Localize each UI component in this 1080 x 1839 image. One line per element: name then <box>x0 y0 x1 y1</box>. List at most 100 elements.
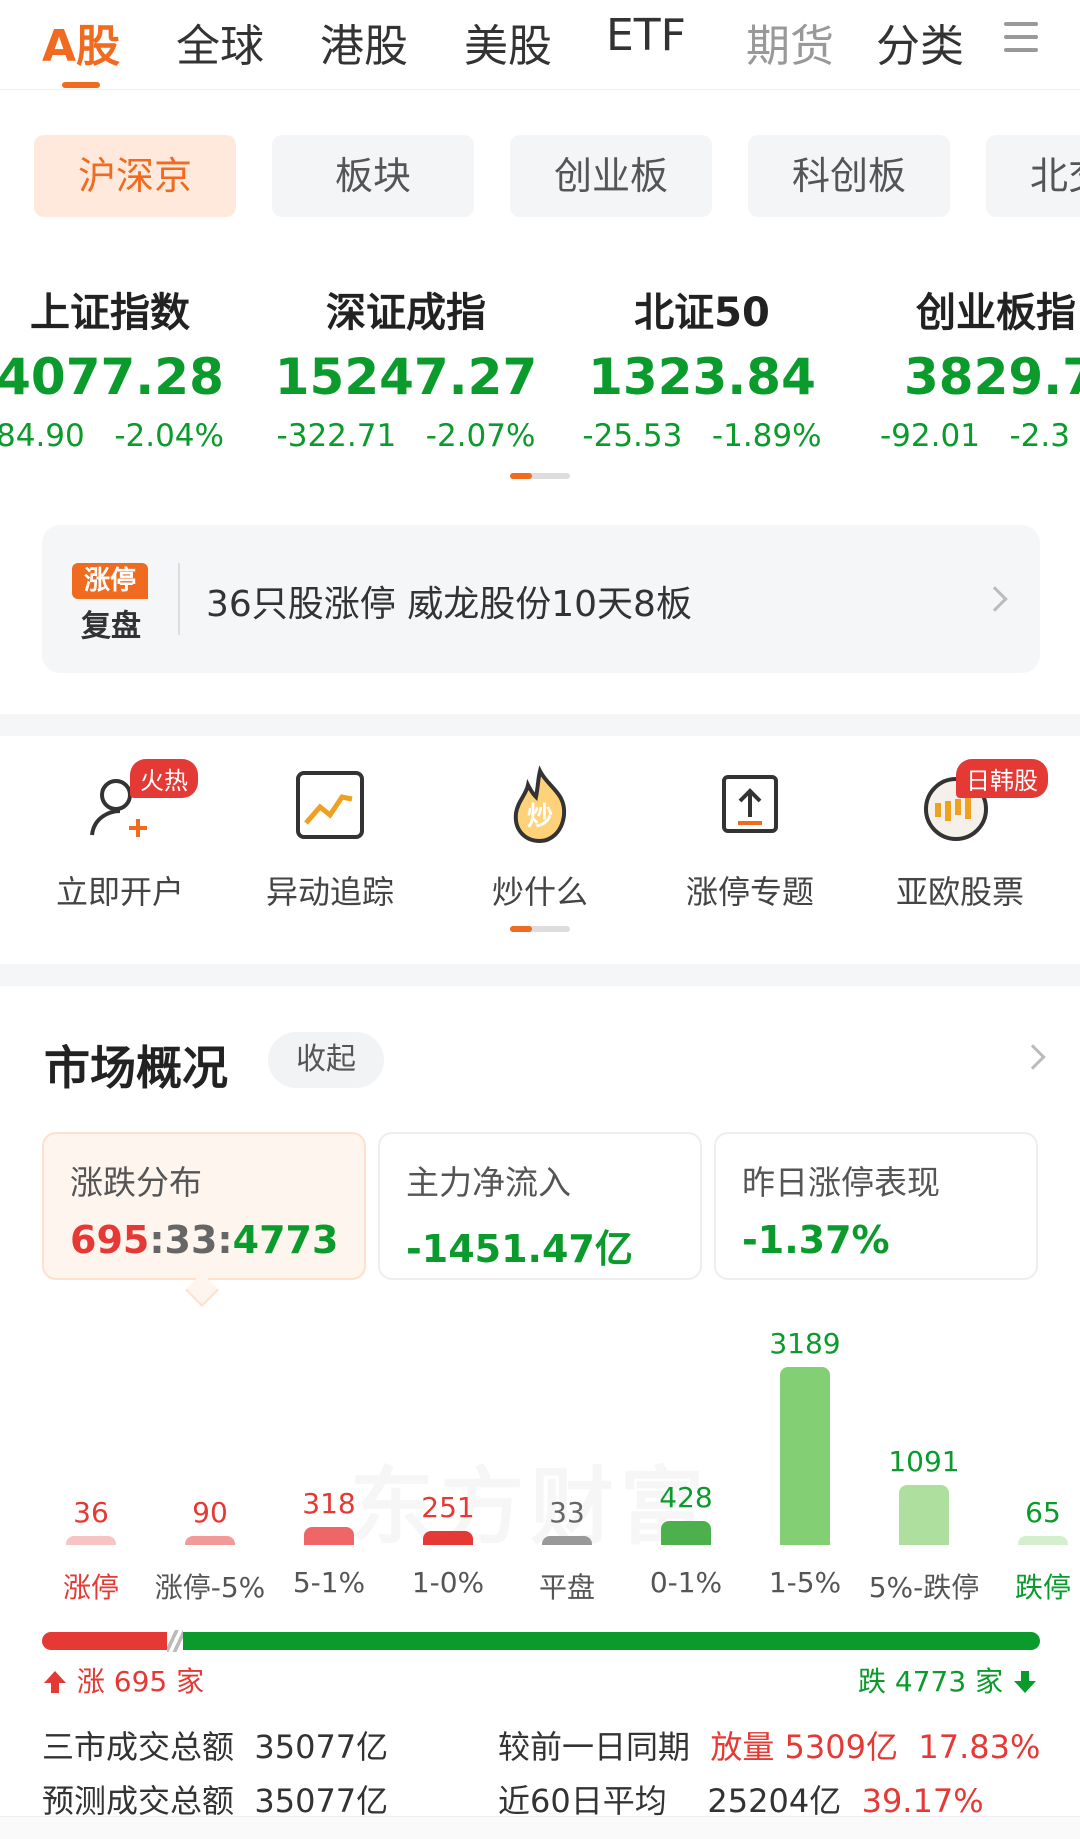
hot-badge: 火热 <box>130 759 198 798</box>
quick-label: 立即开户 <box>55 873 184 911</box>
chart-category-label: 跌停 <box>1014 1571 1071 1604</box>
quick-label: 亚欧股票 <box>895 873 1024 911</box>
chart-bar <box>304 1527 354 1545</box>
chevron-right-icon <box>982 586 1008 612</box>
limit-up-review-logo: 涨停 复盘 <box>72 563 150 644</box>
tab-a-shares[interactable]: A股 <box>42 10 120 74</box>
subtab-star[interactable]: 科创板 <box>748 135 950 217</box>
index-name: 北证50 <box>634 290 770 336</box>
tab-us[interactable]: 美股 <box>464 10 552 74</box>
index-change: 84.90 -2.04% <box>0 418 224 454</box>
quick-asia-europe-stocks[interactable]: 日韩股 亚欧股票 <box>870 759 1050 913</box>
chart-category-label: 涨停-5% <box>154 1571 266 1604</box>
card-value: -1451.47亿 <box>406 1227 633 1271</box>
bottom-navigation[interactable] <box>0 1816 1080 1839</box>
turnover-compare: 较前一日同期 放量 5309亿 17.83% <box>498 1728 1041 1766</box>
fall-segment <box>183 1632 1040 1650</box>
section-divider <box>0 964 1080 986</box>
quick-limit-up-topic[interactable]: 涨停专题 <box>660 765 840 913</box>
index-value: 1323.84 <box>588 348 816 406</box>
chart-category-label: 平盘 <box>538 1571 595 1604</box>
quick-label: 异动追踪 <box>265 873 394 911</box>
chart-value-label: 90 <box>192 1496 228 1529</box>
tab-hk[interactable]: 港股 <box>320 10 408 74</box>
index-change: -92.01 -2.3 <box>880 418 1070 454</box>
chart-category-label: 5%-跌停 <box>868 1571 980 1604</box>
card-rise-fall-distribution[interactable]: 涨跌分布 695:33:4773 <box>42 1132 366 1280</box>
chart-value-label: 65 <box>1025 1496 1061 1529</box>
rise-fall-ratio-bar <box>42 1630 1040 1652</box>
market-overview-title: 市场概况 <box>44 1041 228 1095</box>
rise-segment <box>42 1632 167 1650</box>
index-name: 创业板指 <box>916 290 1076 336</box>
market-top-tabs: A股 全球 港股 美股 ETF 期货 分类 <box>0 0 1080 90</box>
quick-open-account[interactable]: 火热 立即开户 <box>30 759 210 913</box>
chart-bar <box>1018 1536 1068 1545</box>
index-value: 4077.28 <box>0 348 224 406</box>
index-value: 15247.27 <box>274 348 538 406</box>
chart-category-label: 涨停 <box>62 1571 119 1604</box>
chart-bar <box>661 1521 711 1545</box>
chart-value-label: 1091 <box>888 1445 960 1478</box>
index-name: 上证指数 <box>30 290 190 336</box>
index-card-sz[interactable]: 深证成指 15247.27 -322.71 -2.07% <box>256 280 556 454</box>
subtab-chinext[interactable]: 创业板 <box>510 135 712 217</box>
subtab-bse[interactable]: 北交 <box>986 135 1080 217</box>
card-main-net-inflow[interactable]: 主力净流入 -1451.47亿 <box>378 1132 702 1280</box>
index-card-bz50[interactable]: 北证50 1323.84 -25.53 -1.89% <box>552 280 852 454</box>
card-label: 昨日涨停表现 <box>742 1163 940 1202</box>
chart-bar <box>185 1536 235 1545</box>
chart-bar <box>780 1367 830 1545</box>
quick-what-to-trade[interactable]: 炒 炒什么 <box>450 765 630 913</box>
tab-etf[interactable]: ETF <box>606 10 686 61</box>
fall-count-label: 跌 4773 家 <box>858 1660 1038 1700</box>
menu-icon[interactable] <box>1004 22 1038 52</box>
chart-category-label: 1-5% <box>768 1566 842 1599</box>
index-card-cyb[interactable]: 创业板指 3829.78 -92.01 -2.3 <box>880 280 1080 454</box>
chart-value-label: 428 <box>659 1481 713 1514</box>
tab-category[interactable]: 分类 <box>876 10 964 74</box>
user-add-icon: 火热 <box>80 759 198 845</box>
section-divider <box>0 714 1080 736</box>
fire-icon: 炒 <box>500 765 580 845</box>
index-change: -25.53 -1.89% <box>582 418 822 454</box>
index-page-indicator <box>510 473 570 479</box>
tab-global[interactable]: 全球 <box>176 10 264 74</box>
rise-flat-fall-value: 695:33:4773 <box>70 1218 339 1262</box>
jp-kr-badge: 日韩股 <box>956 759 1048 798</box>
tab-futures[interactable]: 期货 <box>746 10 834 74</box>
chart-category-label: 0-1% <box>649 1566 723 1599</box>
arrow-down-icon <box>1014 1671 1036 1693</box>
collapse-button[interactable]: 收起 <box>268 1032 384 1088</box>
ratio-separator <box>167 1630 183 1652</box>
quick-movement-tracking[interactable]: 异动追踪 <box>240 765 420 913</box>
chart-value-label: 318 <box>302 1487 356 1520</box>
index-card-sh[interactable]: 上证指数 4077.28 84.90 -2.04% <box>0 280 260 454</box>
chevron-right-icon[interactable] <box>1020 1044 1046 1070</box>
subtab-hushenjing[interactable]: 沪深京 <box>34 135 236 217</box>
total-turnover: 三市成交总额 35077亿 <box>42 1728 389 1766</box>
upload-box-icon <box>710 765 790 845</box>
quick-page-indicator <box>510 926 570 932</box>
index-change: -322.71 -2.07% <box>276 418 536 454</box>
card-yesterday-limit-up[interactable]: 昨日涨停表现 -1.37% <box>714 1132 1038 1280</box>
subtab-sector[interactable]: 板块 <box>272 135 474 217</box>
chart-category-label: 5-1% <box>292 1566 366 1599</box>
active-tab-indicator <box>62 82 100 88</box>
quick-label: 炒什么 <box>491 873 588 911</box>
globe-chart-icon: 日韩股 <box>920 759 1048 845</box>
card-label: 主力净流入 <box>406 1163 571 1202</box>
index-name: 深证成指 <box>326 290 486 336</box>
limit-up-review-banner[interactable]: 涨停 复盘 36只股涨停 威龙股份10天8板 <box>42 525 1040 673</box>
chart-bar <box>899 1485 949 1545</box>
card-label: 涨跌分布 <box>70 1163 202 1202</box>
chart-category-label: 1-0% <box>411 1566 485 1599</box>
divider <box>178 563 180 635</box>
svg-text:炒: 炒 <box>527 802 553 832</box>
chart-value-label: 33 <box>549 1496 585 1529</box>
quick-label: 涨停专题 <box>685 873 814 911</box>
chart-value-label: 36 <box>73 1496 109 1529</box>
chart-bar <box>542 1536 592 1545</box>
chart-value-label: 251 <box>421 1491 475 1524</box>
arrow-up-icon <box>44 1671 66 1693</box>
